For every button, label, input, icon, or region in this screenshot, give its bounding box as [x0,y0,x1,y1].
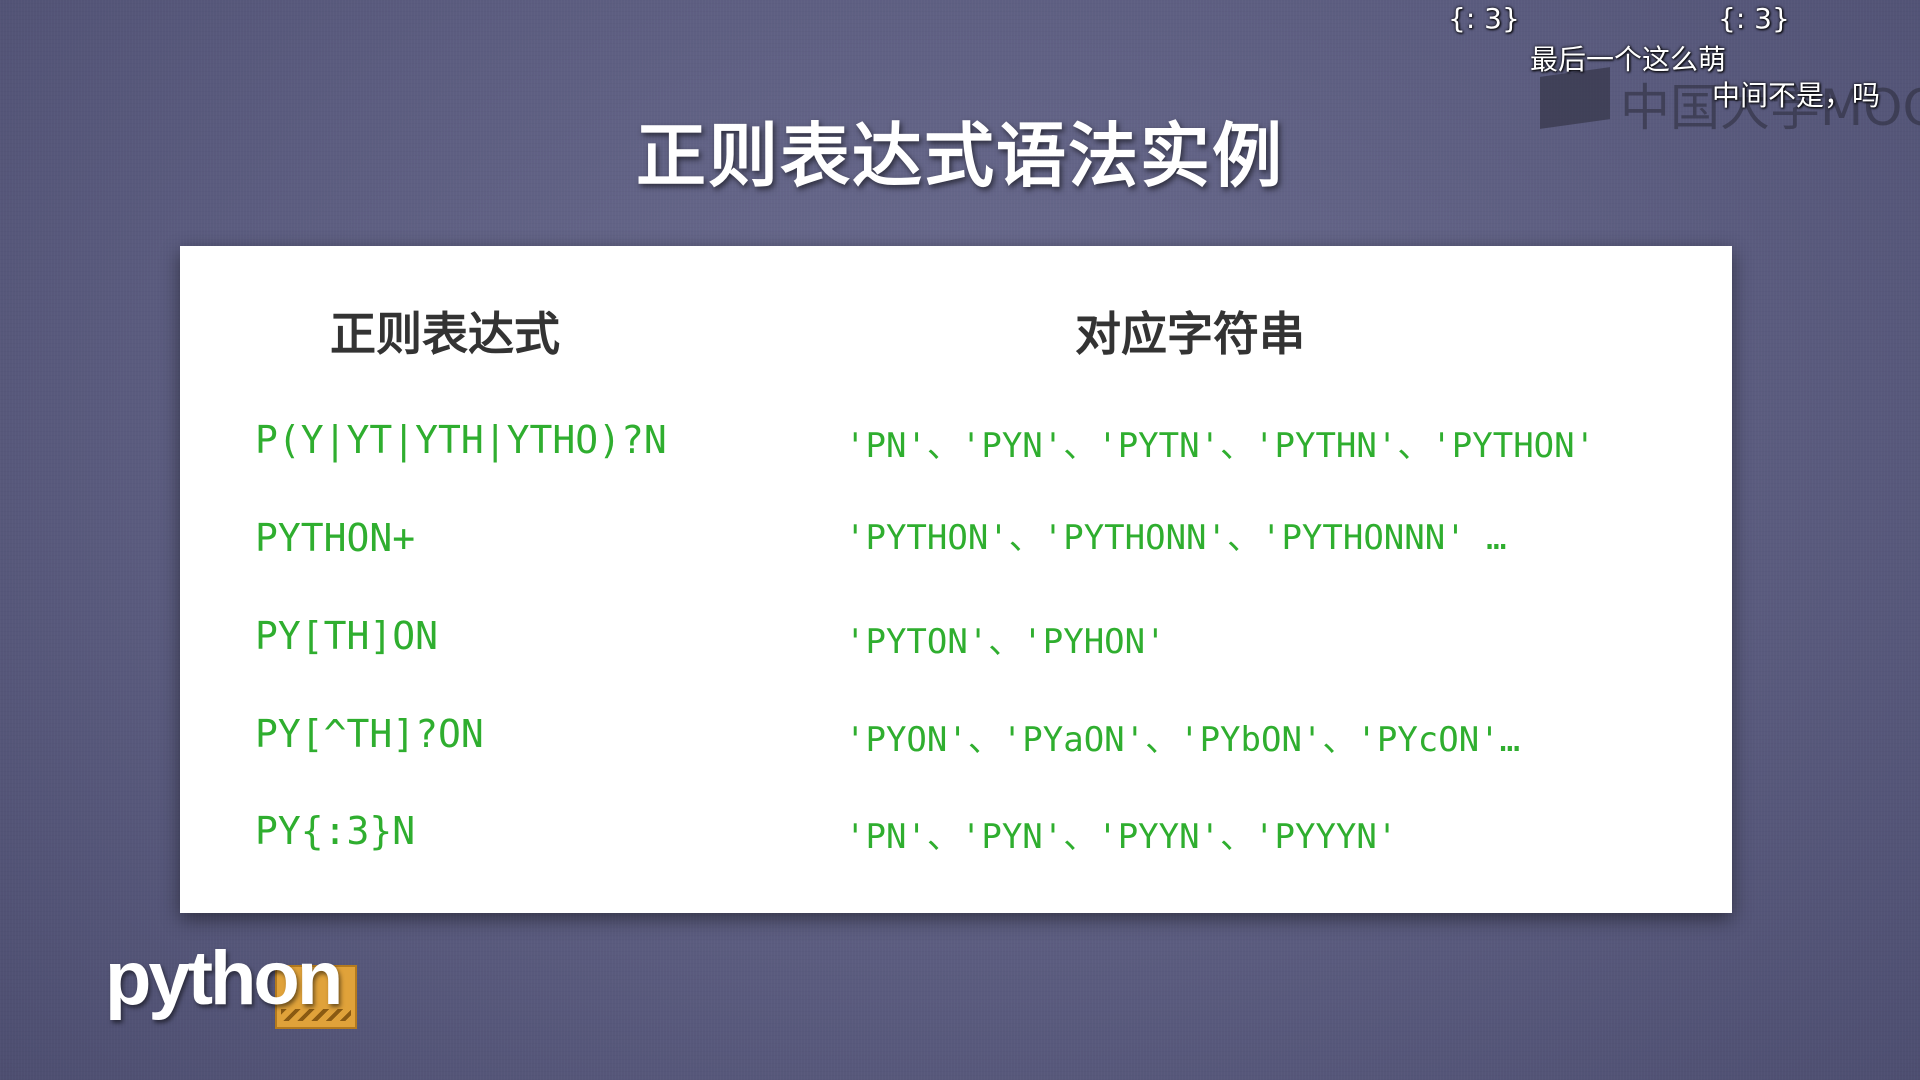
regex-cell: PY{:3}N [255,809,416,853]
table-row: PYTHON+ 'PYTHON'、'PYTHONN'、'PYTHONNN' … [180,516,1732,576]
column-header-strings: 对应字符串 [1075,307,1305,361]
table-row: P(Y|YT|YTH|YTHO)?N 'PN'、'PYN'、'PYTN'、'PY… [180,418,1732,478]
regex-cell: PYTHON+ [255,516,416,560]
table-row: PY{:3}N 'PN'、'PYN'、'PYYN'、'PYYYN' [180,809,1732,869]
strings-cell: 'PYTON'、'PYHON' [845,622,1166,662]
regex-cell: PY[TH]ON [255,614,439,658]
regex-cell: P(Y|YT|YTH|YTHO)?N [255,418,667,462]
strings-cell: 'PN'、'PYN'、'PYTN'、'PYTHN'、'PYTHON' [845,426,1596,466]
subtitle-fragment-right: {: 3} [1718,2,1790,35]
strings-cell: 'PN'、'PYN'、'PYYN'、'PYYYN' [845,817,1398,857]
regex-cell: PY[^TH]?ON [255,712,484,756]
strings-cell: 'PYTHON'、'PYTHONN'、'PYTHONNN' … [845,518,1507,558]
regex-examples-table: 正则表达式 对应字符串 P(Y|YT|YTH|YTHO)?N 'PN'、'PYN… [180,246,1732,913]
slide-title: 正则表达式语法实例 [636,115,1284,197]
subtitle-fragment-left: {: 3} [1448,2,1520,35]
column-header-regex: 正则表达式 [330,307,560,361]
table-row: PY[^TH]?ON 'PYON'、'PYaON'、'PYbON'、'PYcON… [180,712,1732,772]
table-row: PY[TH]ON 'PYTON'、'PYHON' [180,614,1732,674]
python-logo: python [105,935,365,1035]
strings-cell: 'PYON'、'PYaON'、'PYbON'、'PYcON'… [845,720,1521,760]
logo-text: python [105,936,343,1021]
subtitle-line-1: 最后一个这么萌 [1530,43,1727,76]
